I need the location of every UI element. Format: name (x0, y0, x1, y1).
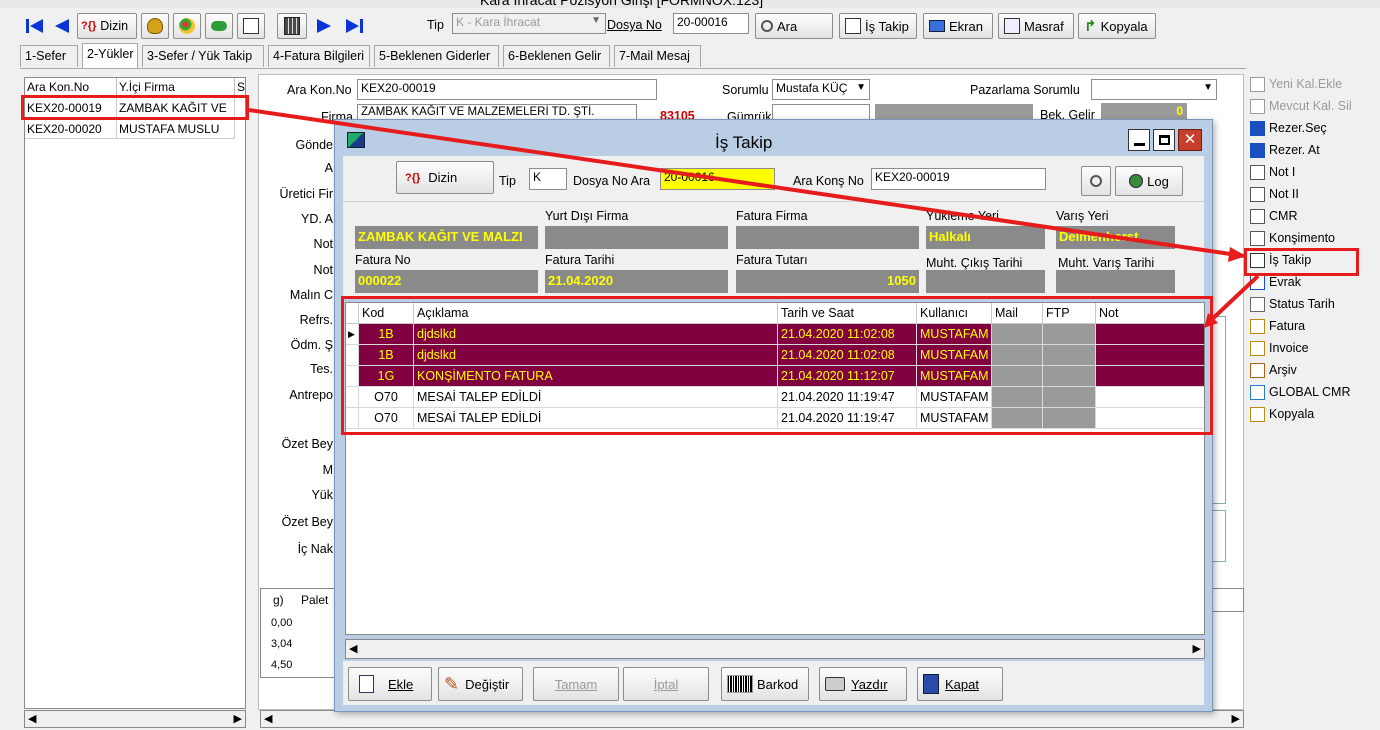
annotation-arrow-1 (248, 108, 1245, 258)
annotation-arrow-2 (1206, 274, 1260, 325)
annotation-arrow-1-head (1228, 247, 1246, 262)
annotation-arrows (248, 108, 1260, 328)
